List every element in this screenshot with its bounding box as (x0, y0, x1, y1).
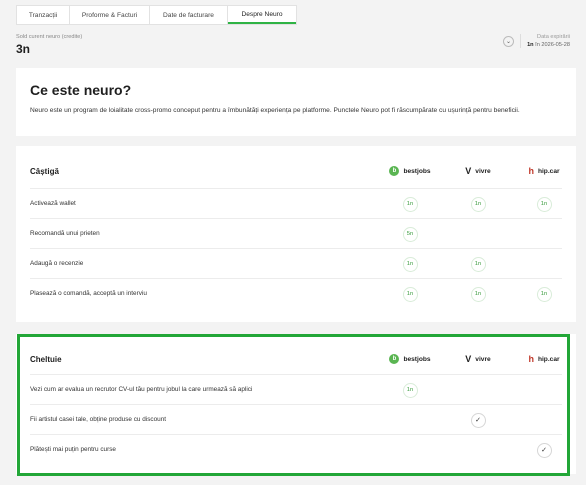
bestjobs-logo-icon: b (389, 166, 400, 176)
spend-header: Cheltuie b bestjobs Vvivre h hip.car (30, 344, 562, 374)
tab-date-facturare[interactable]: Date de facturare (150, 6, 228, 24)
neuro-badge: 1n (402, 196, 418, 212)
tab-despre-neuro[interactable]: Despre Neuro (228, 6, 296, 24)
brand-vivre: vivre (475, 167, 491, 175)
earn-header: Câștigă b bestjobs Vvivre h hip.car (30, 156, 562, 186)
neuro-badge: 1n (470, 286, 486, 302)
neuro-badge: 1n (402, 286, 418, 302)
balance-label: Sold curent neuro (credite) (16, 34, 83, 40)
tab-bar: Tranzacții Proforme & Facturi Date de fa… (16, 5, 297, 25)
table-row: Recomandă unui prieten 5n (30, 218, 562, 248)
bestjobs-logo-icon: b (389, 354, 400, 364)
balance-value: 3n (16, 42, 31, 56)
expiry-label: Data expirării (537, 34, 570, 40)
expiry-value: 1n în 2026-05-28 (527, 42, 570, 48)
brand-bestjobs: bestjobs (403, 167, 431, 175)
table-row: Vezi cum ar evalua un recrutor CV-ul tău… (30, 374, 562, 404)
spend-card: Cheltuie b bestjobs Vvivre h hip.car Vezi … (16, 334, 576, 474)
expiry-block: ⌄ Data expirării 1n în 2026-05-28 (503, 34, 570, 48)
intro-text: Neuro este un program de loialitate cros… (30, 107, 520, 114)
chevron-down-icon[interactable]: ⌄ (503, 35, 515, 47)
table-row: Fii artistul casei tale, obține produse … (30, 404, 562, 434)
earn-card: Câștigă b bestjobs Vvivre h hip.car Active… (16, 146, 576, 322)
neuro-badge: 5n (402, 226, 418, 242)
hipcar-logo-icon: h (528, 166, 534, 176)
tab-proforme-facturi[interactable]: Proforme & Facturi (70, 6, 150, 24)
hipcar-logo-icon: h (528, 354, 534, 364)
table-row: Plasează o comandă, acceptă un interviu … (30, 278, 562, 308)
earn-title: Câștigă (30, 166, 59, 176)
brand-hipcar: hip.car (537, 167, 560, 175)
intro-card: Ce este neuro? Neuro este un program de … (16, 68, 576, 136)
table-row: Activează wallet 1n 1n 1n (30, 188, 562, 218)
brand-vivre: vivre (475, 355, 491, 363)
table-row: Adaugă o recenzie 1n 1n (30, 248, 562, 278)
neuro-badge: 1n (470, 196, 486, 212)
neuro-badge: 1n (536, 286, 552, 302)
neuro-badge: 1n (402, 382, 418, 398)
neuro-badge: 1n (470, 256, 486, 272)
vivre-logo-icon: V (465, 354, 472, 364)
vivre-logo-icon: V (465, 166, 472, 176)
balance-block: Sold curent neuro (credite) 3n (16, 34, 82, 56)
brand-bestjobs: bestjobs (403, 355, 431, 363)
intro-title: Ce este neuro? (30, 82, 132, 98)
neuro-badge: 1n (402, 256, 418, 272)
neuro-badge: 1n (536, 196, 552, 212)
check-icon: ✓ (470, 412, 486, 428)
spend-title: Cheltuie (30, 354, 62, 364)
brand-hipcar: hip.car (537, 355, 560, 363)
table-row: Plătești mai puțin pentru curse ✓ (30, 434, 562, 464)
check-icon: ✓ (536, 442, 552, 458)
tab-tranzactii[interactable]: Tranzacții (17, 6, 70, 24)
